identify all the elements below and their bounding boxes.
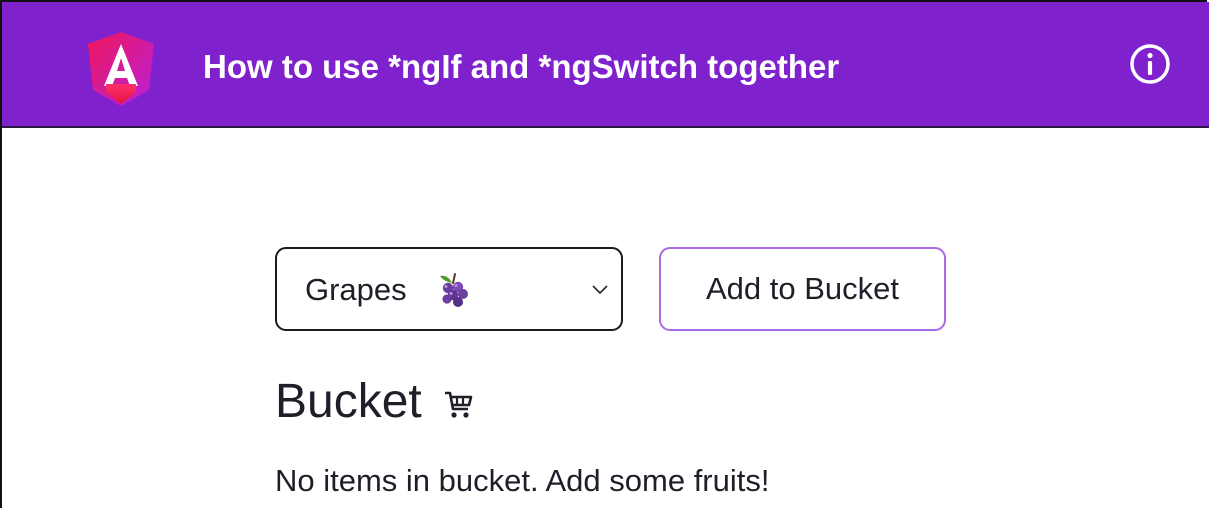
main-content: Grapes Add to Bucket Bucket No items in … bbox=[2, 128, 1209, 508]
info-icon[interactable] bbox=[1128, 42, 1172, 86]
cart-icon bbox=[444, 391, 473, 418]
bucket-heading-label: Bucket bbox=[275, 375, 422, 428]
bucket-empty-message: No items in bucket. Add some fruits! bbox=[275, 463, 770, 498]
angular-logo-icon bbox=[88, 32, 154, 106]
app-frame: How to use *ngIf and *ngSwitch together … bbox=[0, 0, 1209, 508]
chevron-down-icon bbox=[592, 285, 608, 295]
page-title: How to use *ngIf and *ngSwitch together bbox=[203, 48, 840, 85]
add-to-bucket-button[interactable]: Add to Bucket bbox=[659, 247, 946, 331]
bucket-heading: Bucket bbox=[275, 372, 476, 432]
fruit-select-value: Grapes bbox=[305, 272, 407, 307]
grape-icon bbox=[440, 273, 468, 307]
top-bar: How to use *ngIf and *ngSwitch together bbox=[2, 2, 1209, 128]
fruit-select[interactable]: Grapes bbox=[275, 247, 623, 331]
